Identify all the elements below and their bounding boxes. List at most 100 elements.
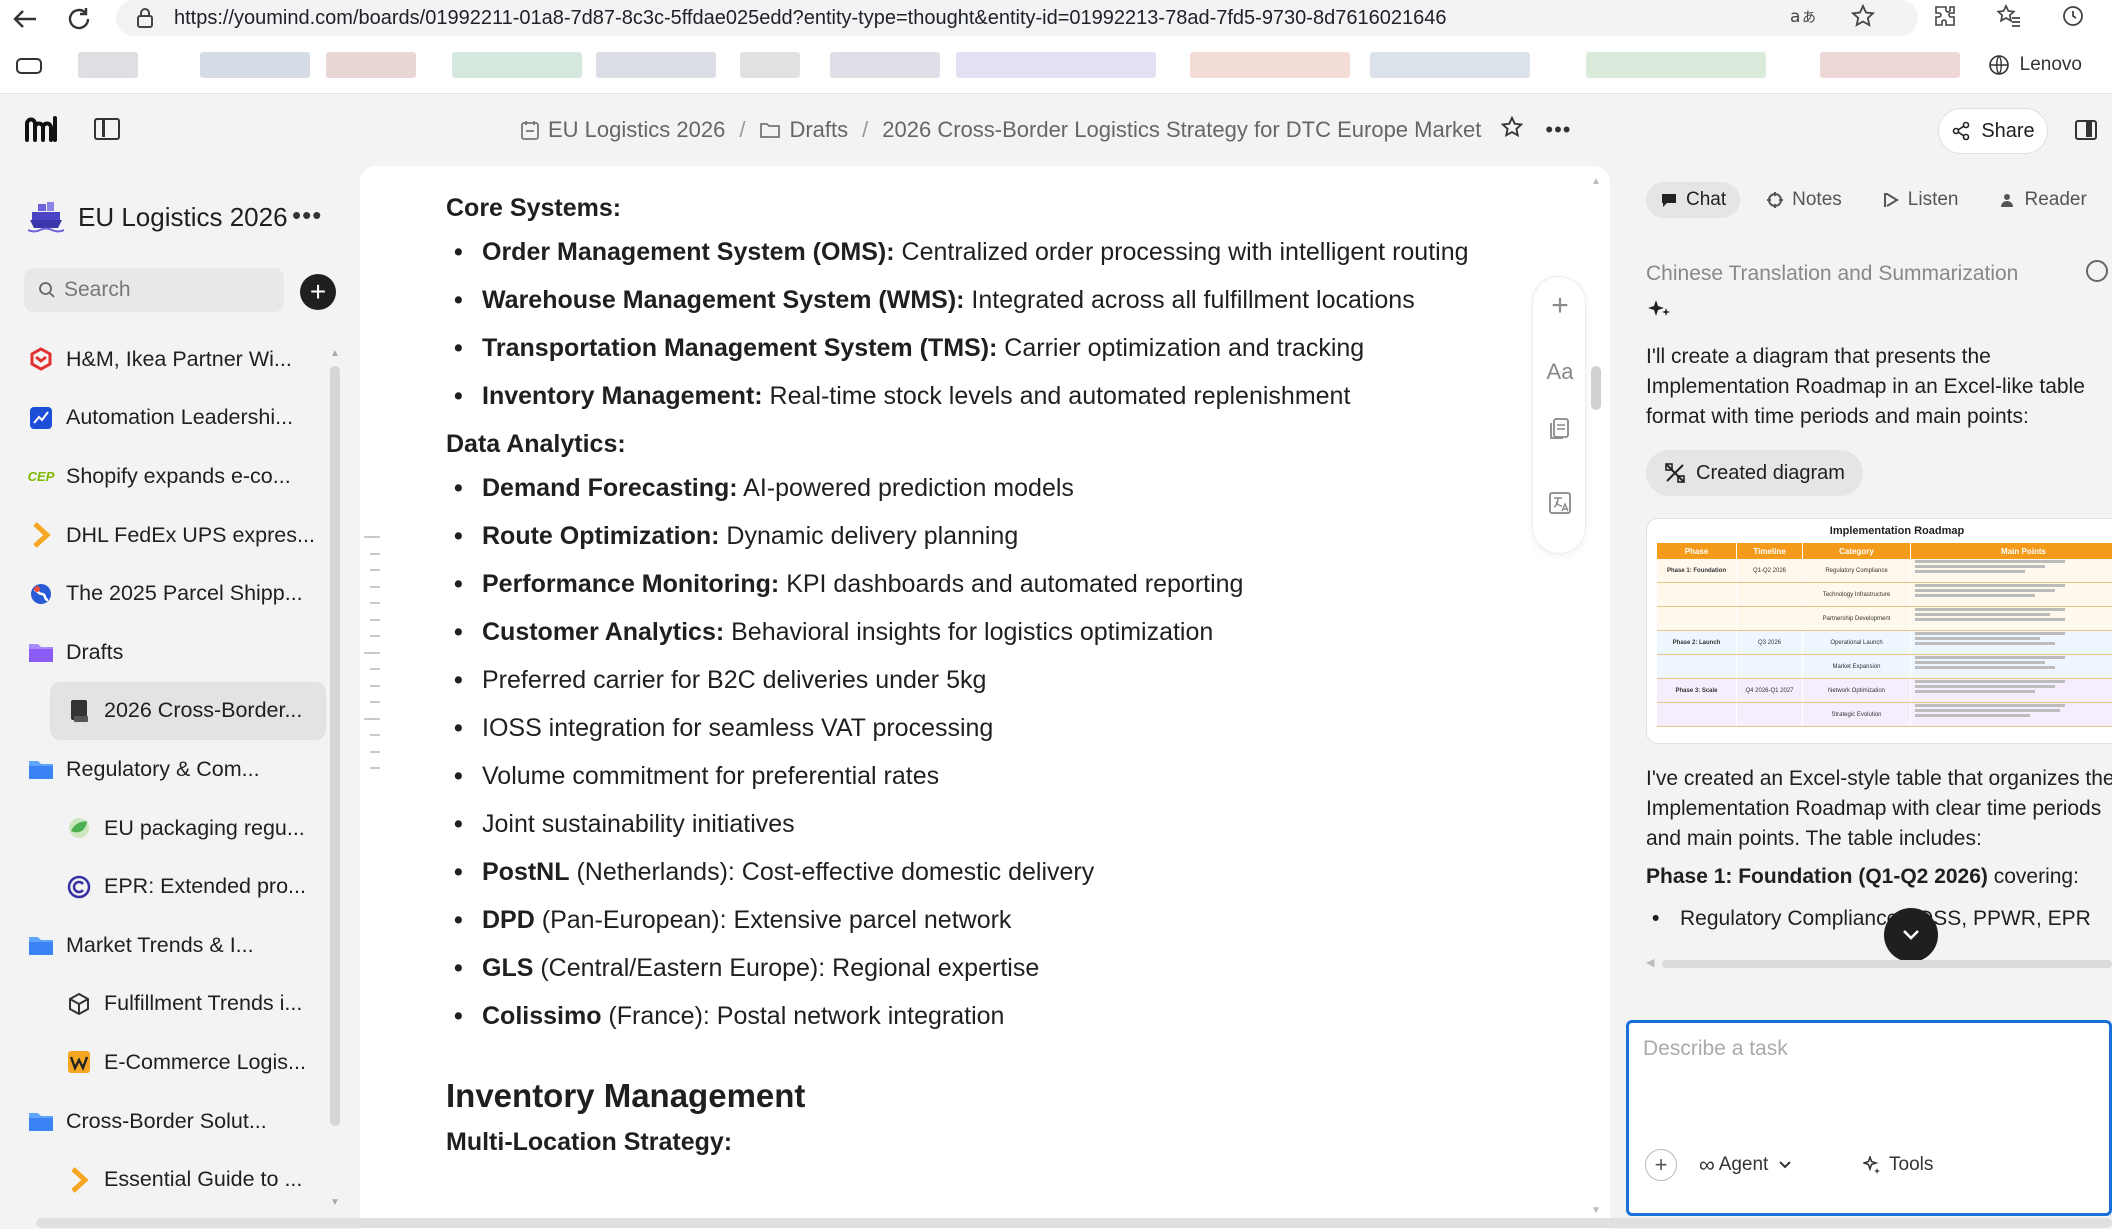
- scroll-up-icon[interactable]: ▲: [1591, 176, 1601, 187]
- chat-tabs: Chat Notes Listen Reader: [1646, 182, 2101, 218]
- sidebar-item-market-trends[interactable]: Market Trends & I...: [24, 916, 330, 975]
- extensions-icon[interactable]: [1930, 4, 1960, 35]
- board-more-icon[interactable]: •••: [292, 200, 322, 231]
- tab-notes[interactable]: Notes: [1752, 182, 1856, 218]
- tools-button[interactable]: Tools: [1863, 1149, 1933, 1181]
- list-item: DPD (Pan-European): Extensive parcel net…: [446, 902, 1476, 938]
- sidebar-item[interactable]: DHL FedEx UPS expres...: [24, 506, 330, 565]
- sidebar-toggle-icon[interactable]: [94, 118, 120, 140]
- document-editor[interactable]: Core Systems: Order Management System (O…: [360, 166, 1610, 1229]
- sidebar-item-label: Essential Guide to ...: [104, 1167, 303, 1192]
- bookmark-item[interactable]: [596, 52, 716, 78]
- headphones-icon: [1883, 193, 1899, 207]
- search-input[interactable]: Search: [24, 268, 284, 312]
- url-text[interactable]: https://youmind.com/boards/01992211-01a8…: [174, 7, 1446, 30]
- sidebar-item[interactable]: EU packaging regu...: [24, 799, 330, 858]
- sidebar-item[interactable]: Fulfillment Trends i...: [24, 975, 330, 1034]
- created-diagram-chip[interactable]: Created diagram: [1646, 450, 1863, 496]
- sidebar-item-cross-border[interactable]: Cross-Border Solut...: [24, 1092, 330, 1151]
- copy-icon[interactable]: [1533, 417, 1587, 447]
- chat-history-icon[interactable]: [2086, 260, 2108, 282]
- more-options-icon[interactable]: •••: [1545, 117, 1571, 143]
- favorite-star-icon[interactable]: [1501, 115, 1524, 144]
- outline-minimap[interactable]: [364, 536, 380, 784]
- tab-chat[interactable]: Chat: [1646, 182, 1741, 218]
- breadcrumb-board-label: EU Logistics 2026: [548, 117, 726, 142]
- youmind-logo-icon[interactable]: [24, 114, 64, 144]
- add-button[interactable]: +: [300, 274, 336, 310]
- tab-label: Notes: [1792, 189, 1842, 210]
- star-icon[interactable]: [1848, 3, 1878, 35]
- sidebar-item[interactable]: E-Commerce Logis...: [24, 1033, 330, 1092]
- table-row: Strategic Evolution: [1657, 703, 2112, 727]
- tab-listen[interactable]: Listen: [1868, 182, 1973, 218]
- diagram-preview[interactable]: Implementation Roadmap Phase Timeline Ca…: [1646, 518, 2112, 744]
- sidebar-item[interactable]: H&M, Ikea Partner Wi...: [24, 330, 330, 389]
- scroll-up-icon[interactable]: ▲: [330, 348, 340, 359]
- list-item: Colissimo (France): Postal network integ…: [446, 998, 1476, 1034]
- bookmark-item[interactable]: [1190, 52, 1350, 78]
- address-bar[interactable]: https://youmind.com/boards/01992211-01a8…: [116, 0, 1918, 36]
- agent-dropdown[interactable]: ∞ Agent: [1699, 1149, 1792, 1181]
- page-horizontal-scrollbar[interactable]: [36, 1218, 2112, 1228]
- sidebar-item[interactable]: The 2025 Parcel Shipp...: [24, 564, 330, 623]
- sidebar-scroll-thumb[interactable]: [330, 366, 340, 1126]
- scroll-down-icon[interactable]: ▼: [330, 1197, 340, 1208]
- document-scrollbar[interactable]: ▲ ▼: [1590, 176, 1602, 1216]
- task-input[interactable]: [1643, 1037, 2083, 1127]
- sidebar-item-drafts[interactable]: Drafts: [24, 623, 330, 682]
- bookmark-item[interactable]: [78, 52, 138, 78]
- right-panel-toggle-icon[interactable]: [2075, 120, 2097, 140]
- svg-text:あ: あ: [1802, 10, 1816, 26]
- bookmark-item[interactable]: [200, 52, 310, 78]
- bookmark-item[interactable]: [452, 52, 582, 78]
- assistant-message: I've created an Excel-style table that o…: [1646, 767, 2112, 850]
- bookmark-item[interactable]: [326, 52, 416, 78]
- tools-sparkle-icon: [1863, 1156, 1880, 1174]
- bookmark-item[interactable]: [956, 52, 1156, 78]
- sidebar-item[interactable]: Automation Leadershi...: [24, 389, 330, 448]
- document-content[interactable]: Core Systems: Order Management System (O…: [446, 190, 1476, 1168]
- automation-logo-icon: [28, 405, 54, 431]
- reload-icon[interactable]: [62, 2, 96, 36]
- sidebar-scrollbar[interactable]: ▲ ▼: [330, 348, 340, 1208]
- favorites-icon[interactable]: [1994, 3, 2024, 35]
- sidebar-item[interactable]: CEP Shopify expands e-co...: [24, 447, 330, 506]
- scroll-to-bottom-button[interactable]: [1884, 908, 1938, 962]
- svg-text:a: a: [1790, 7, 1800, 27]
- history-icon[interactable]: [2058, 4, 2088, 35]
- bookmark-item[interactable]: [740, 52, 800, 78]
- translate-icon[interactable]: aあ: [1788, 5, 1818, 34]
- list-item: Performance Monitoring: KPI dashboards a…: [446, 566, 1476, 602]
- bookmark-item[interactable]: [1586, 52, 1766, 78]
- translate-icon[interactable]: [1533, 491, 1587, 521]
- attach-plus-button[interactable]: +: [1645, 1149, 1677, 1181]
- bookmark-item[interactable]: [1820, 52, 1960, 78]
- bookmark-item[interactable]: [830, 52, 940, 78]
- sidebar-item-label: Regulatory & Com...: [66, 756, 260, 781]
- back-arrow-icon[interactable]: [8, 2, 42, 36]
- tab-reader[interactable]: Reader: [1984, 182, 2100, 218]
- globe-icon: [1988, 55, 2009, 75]
- chat-scroll-thumb[interactable]: [1662, 960, 2112, 968]
- document-scroll-thumb[interactable]: [1591, 366, 1601, 410]
- scroll-left-icon[interactable]: ◀: [1646, 956, 1654, 969]
- sidebar-item-label: Drafts: [66, 639, 124, 664]
- breadcrumb-board[interactable]: EU Logistics 2026: [520, 117, 725, 143]
- diagram-chip-label: Created diagram: [1696, 461, 1845, 484]
- share-button[interactable]: Share: [1938, 108, 2048, 154]
- sidebar-item[interactable]: EPR: Extended pro...: [24, 857, 330, 916]
- bookmark-item[interactable]: [1370, 52, 1530, 78]
- chat-horizontal-scrollbar[interactable]: ◀: [1646, 956, 2112, 970]
- board-title[interactable]: EU Logistics 2026: [28, 200, 288, 234]
- profile-button[interactable]: Lenovo: [1988, 54, 2082, 76]
- breadcrumb-folder[interactable]: Drafts: [759, 117, 848, 143]
- plus-icon[interactable]: +: [1533, 289, 1587, 323]
- sidebar-item-regulatory[interactable]: Regulatory & Com...: [24, 740, 330, 799]
- scroll-down-icon[interactable]: ▼: [1591, 1205, 1601, 1216]
- sidebar-item-active[interactable]: 2026 Cross-Border...: [50, 681, 326, 741]
- reading-list-icon[interactable]: [16, 58, 42, 74]
- sidebar-item[interactable]: Essential Guide to ...: [24, 1150, 330, 1209]
- lock-icon[interactable]: [136, 8, 154, 28]
- font-size-icon[interactable]: Aa: [1533, 359, 1587, 385]
